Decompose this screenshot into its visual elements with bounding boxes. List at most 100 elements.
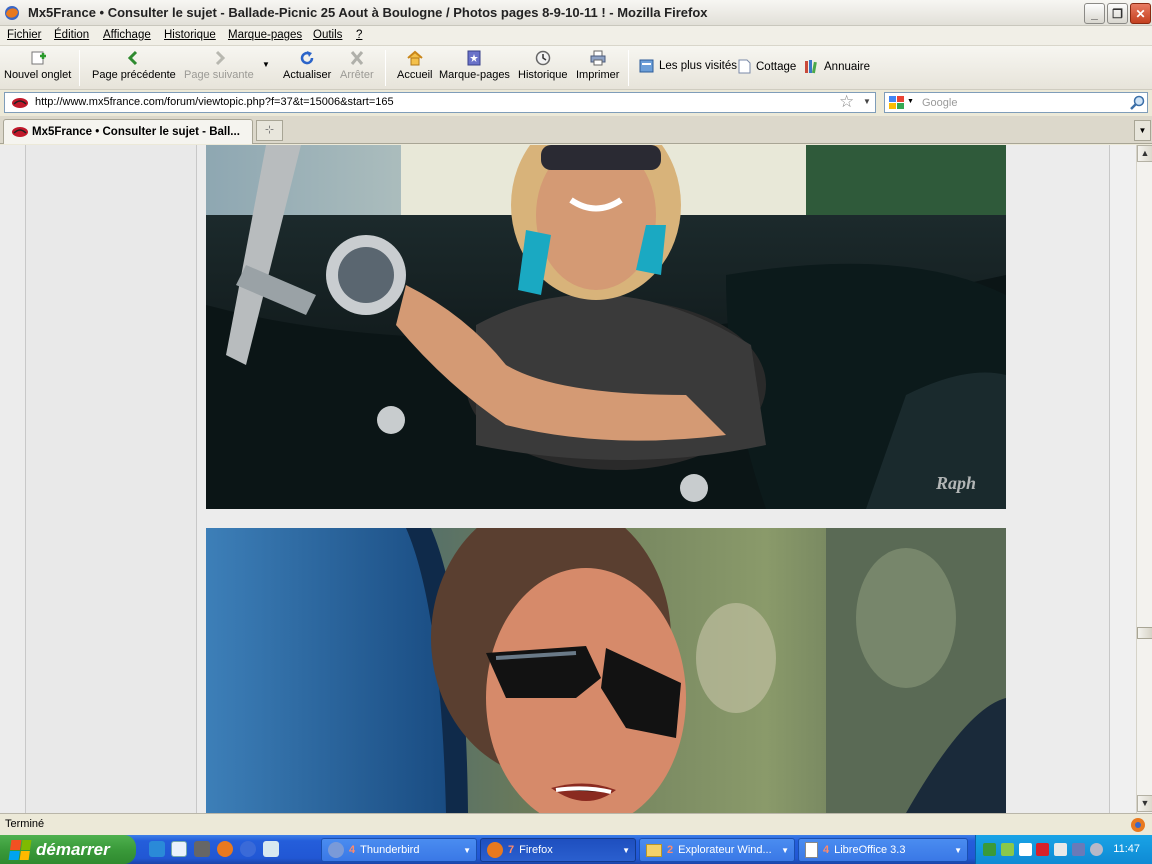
taskbar-label: Firefox [519, 844, 553, 856]
start-button[interactable]: démarrer [0, 835, 136, 864]
bookmark-most-visited[interactable]: Les plus visités [639, 59, 737, 73]
app-quicklaunch-icon[interactable] [263, 841, 279, 857]
firefox-addon-icon[interactable] [1130, 817, 1146, 833]
status-text: Terminé [5, 818, 45, 830]
menu-affichage[interactable]: Affichage [103, 29, 151, 41]
taskbar-count: 4 [349, 844, 356, 856]
bookmark-star-icon[interactable]: ☆ [839, 92, 854, 112]
system-tray: 11:47 [975, 835, 1152, 864]
bookmark-annuaire[interactable]: Annuaire [804, 59, 870, 74]
window-titlebar: Mx5France • Consulter le sujet - Ballade… [0, 0, 1152, 26]
desktop-quicklaunch-icon[interactable] [171, 841, 187, 857]
dropdown-icon: ▼ [954, 846, 962, 855]
history-label: Historique [518, 69, 568, 81]
home-icon [407, 50, 423, 66]
reload-button[interactable]: Actualiser [283, 50, 331, 81]
firefox-icon [5, 6, 19, 20]
new-tab-plus-icon[interactable]: ⊹ [256, 120, 283, 141]
clock-icon [535, 50, 551, 66]
site-favicon-icon [12, 98, 28, 108]
search-icon[interactable] [1129, 95, 1145, 111]
tab-active[interactable]: Mx5France • Consulter le sujet - Ball... [3, 119, 253, 144]
forward-label: Page suivante [184, 69, 254, 81]
new-tab-icon [31, 51, 46, 65]
home-label: Accueil [397, 69, 433, 81]
firefox-icon [487, 842, 503, 858]
menu-outils[interactable]: Outils [313, 29, 342, 41]
stop-icon [350, 51, 363, 65]
books-icon [805, 60, 817, 74]
back-button[interactable]: Page précédente [92, 50, 176, 81]
bookmark-cottage[interactable]: Cottage [738, 59, 796, 74]
menu-fichier[interactable]: Fichier [7, 29, 42, 41]
bookmark-label: Les plus visités [659, 60, 737, 72]
menu-historique[interactable]: Historique [164, 29, 216, 41]
close-button[interactable]: ✕ [1130, 3, 1151, 24]
address-row: http://www.mx5france.com/forum/viewtopic… [0, 90, 1152, 116]
url-bar[interactable]: http://www.mx5france.com/forum/viewtopic… [4, 92, 876, 113]
google-icon[interactable] [889, 96, 905, 110]
engine-dropdown-icon[interactable]: ▼ [907, 98, 914, 105]
ie-quicklaunch-icon[interactable] [149, 841, 165, 857]
print-button[interactable]: Imprimer [576, 50, 619, 81]
page-viewport: Raph [0, 145, 1136, 813]
scrollbar-thumb[interactable] [1137, 627, 1152, 639]
stop-button[interactable]: Arrêter [340, 50, 374, 81]
settings-tray-icon[interactable] [1090, 843, 1103, 856]
player-quicklaunch-icon[interactable] [240, 841, 256, 857]
toolbar-separator [628, 50, 629, 86]
photo-watermark: Raph [936, 473, 977, 493]
tab-list-dropdown-icon[interactable]: ▼ [1134, 120, 1151, 141]
taskbar-label: Explorateur Wind... [678, 844, 772, 856]
post-photo-2[interactable] [206, 528, 1006, 813]
bookmarks-label: Marque-pages [439, 69, 510, 81]
windows-flag-icon [8, 839, 32, 860]
menu-help[interactable]: ? [356, 29, 362, 41]
taskbar-button-firefox[interactable]: 7 Firefox ▼ [480, 838, 636, 862]
forward-button[interactable]: Page suivante [184, 50, 254, 81]
vertical-scrollbar[interactable]: ▲ ▼ [1136, 145, 1152, 813]
dropdown-icon: ▼ [781, 846, 789, 855]
toolbar-separator [79, 50, 80, 86]
update-tray-icon[interactable] [1001, 843, 1014, 856]
document-tray-icon[interactable] [1019, 843, 1032, 856]
taskbar-button-explorer[interactable]: 2 Explorateur Wind... ▼ [639, 838, 795, 862]
scroll-down-icon[interactable]: ▼ [1137, 795, 1152, 812]
taskbar-button-thunderbird[interactable]: 4 Thunderbird ▼ [321, 838, 477, 862]
tab-title: Mx5France • Consulter le sujet - Ball... [32, 126, 240, 138]
network-connections-tray-icon[interactable] [1072, 843, 1085, 856]
bookmarks-button[interactable]: Marque-pages [439, 50, 510, 81]
toolbar-separator [385, 50, 386, 86]
menu-edition[interactable]: Édition [54, 29, 89, 41]
volume-tray-icon[interactable] [1054, 843, 1067, 856]
history-dropdown-button[interactable]: ▼ [262, 60, 270, 69]
antivirus-tray-icon[interactable] [1036, 843, 1049, 856]
network-tray-icon[interactable] [983, 843, 996, 856]
menu-marque-pages[interactable]: Marque-pages [228, 29, 302, 41]
taskbar-count: 7 [508, 844, 515, 856]
new-tab-button[interactable]: Nouvel onglet [4, 50, 71, 81]
post-photo-1[interactable]: Raph [206, 145, 1006, 509]
media-quicklaunch-icon[interactable] [194, 841, 210, 857]
bookmark-label: Annuaire [824, 60, 871, 73]
photo-woman-in-sunglasses [206, 528, 1006, 813]
minimize-button[interactable]: _ [1084, 3, 1105, 24]
url-text: http://www.mx5france.com/forum/viewtopic… [35, 96, 394, 108]
search-bar[interactable]: ▼ Google [884, 92, 1148, 113]
taskbar-label: LibreOffice 3.3 [834, 844, 906, 856]
taskbar-label: Thunderbird [360, 844, 420, 856]
history-button[interactable]: Historique [518, 50, 568, 81]
bookmark-page-icon [639, 59, 654, 73]
firefox-quicklaunch-icon[interactable] [217, 841, 233, 857]
reload-label: Actualiser [283, 69, 332, 81]
print-label: Imprimer [576, 69, 620, 81]
tab-strip: Mx5France • Consulter le sujet - Ball...… [0, 116, 1152, 144]
scroll-up-icon[interactable]: ▲ [1137, 145, 1152, 162]
taskbar-button-libreoffice[interactable]: 4 LibreOffice 3.3 ▼ [798, 838, 968, 862]
maximize-button[interactable]: ❐ [1107, 3, 1128, 24]
document-icon [805, 842, 818, 858]
home-button[interactable]: Accueil [397, 50, 432, 81]
start-label: démarrer [36, 839, 110, 859]
url-dropdown-icon[interactable]: ▼ [863, 97, 871, 106]
stop-label: Arrêter [340, 69, 374, 81]
